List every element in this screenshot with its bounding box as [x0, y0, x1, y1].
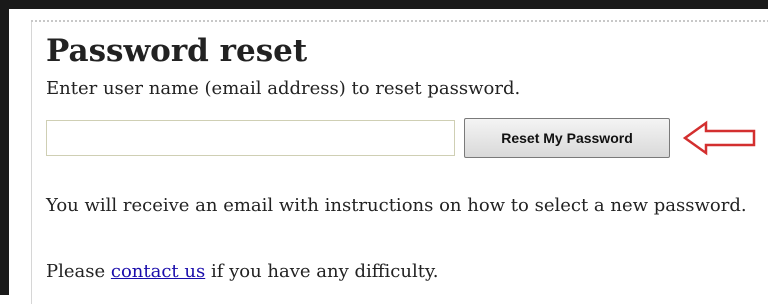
email-input[interactable] — [46, 120, 455, 156]
contact-suffix: if you have any difficulty. — [205, 261, 439, 282]
window-frame: Password reset Enter user name (email ad… — [0, 0, 768, 304]
left-arrow-icon — [682, 120, 756, 156]
reset-panel: Password reset Enter user name (email ad… — [31, 22, 768, 304]
contact-us-link[interactable]: contact us — [111, 261, 205, 282]
instructions-text: You will receive an email with instructi… — [46, 195, 747, 216]
reset-password-button[interactable]: Reset My Password — [464, 118, 670, 158]
contact-text: Please contact us if you have any diffic… — [46, 261, 438, 283]
page-title: Password reset — [46, 33, 308, 69]
page-subtitle: Enter user name (email address) to reset… — [46, 78, 521, 99]
contact-prefix: Please — [46, 261, 111, 282]
